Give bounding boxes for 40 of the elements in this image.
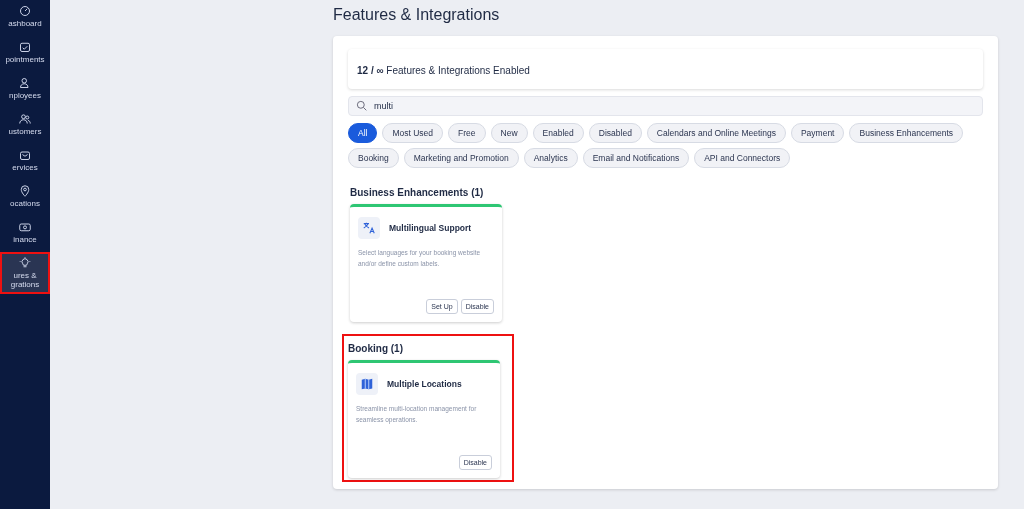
translate-icon <box>358 217 380 239</box>
filter-chip[interactable]: Email and Notifications <box>582 148 690 168</box>
bag-icon <box>19 149 31 161</box>
search-icon <box>356 100 367 111</box>
section-heading: Business Enhancements (1) <box>350 187 484 198</box>
calendar-check-icon <box>19 41 31 53</box>
sidebar-item[interactable]: pointments <box>0 36 50 69</box>
filter-chip[interactable]: Most Used <box>382 123 444 143</box>
filter-chip[interactable]: All <box>348 123 378 143</box>
banknote-icon <box>19 221 31 233</box>
filter-chip[interactable]: Free <box>448 123 486 143</box>
filter-chip[interactable]: Calendars and Online Meetings <box>646 123 786 143</box>
filter-chip[interactable]: Payment <box>790 123 845 143</box>
location-pin-icon <box>19 185 31 197</box>
filter-chip[interactable]: API and Connectors <box>694 148 791 168</box>
filter-chip[interactable]: Enabled <box>532 123 584 143</box>
enabled-count-text: 12 / ∞ Features & Integrations Enabled <box>357 65 530 76</box>
lightbulb-icon <box>19 257 31 269</box>
search-field[interactable]: multi <box>348 96 983 116</box>
map-icon <box>356 373 378 395</box>
filter-chip[interactable]: Business Enhancements <box>849 123 964 143</box>
filter-chip[interactable]: Marketing and Promotion <box>403 148 519 168</box>
person-icon <box>19 77 31 89</box>
sidebar-item[interactable]: ervices <box>0 144 50 177</box>
filter-chip[interactable]: Booking <box>348 148 399 168</box>
feature-name: Multilingual Support <box>389 223 472 233</box>
page-title: Features & Integrations <box>333 6 501 24</box>
filter-chip[interactable]: Analytics <box>523 148 578 168</box>
people-icon <box>19 113 31 125</box>
section-heading: Booking (1) <box>348 343 403 354</box>
sidebar-item[interactable]: ustomers <box>0 108 50 141</box>
feature-name: Multiple Locations <box>387 379 462 389</box>
filter-chip[interactable]: New <box>490 123 528 143</box>
sidebar-item[interactable]: inance <box>0 216 50 249</box>
sidebar-item[interactable]: ures & grations <box>0 252 50 294</box>
sidebar-item[interactable]: ocations <box>0 180 50 213</box>
filter-chip[interactable]: Disabled <box>588 123 642 143</box>
sidebar-item[interactable]: ashboard <box>0 0 50 33</box>
sidebar-item[interactable]: nployees <box>0 72 50 105</box>
gauge-icon <box>19 5 31 17</box>
